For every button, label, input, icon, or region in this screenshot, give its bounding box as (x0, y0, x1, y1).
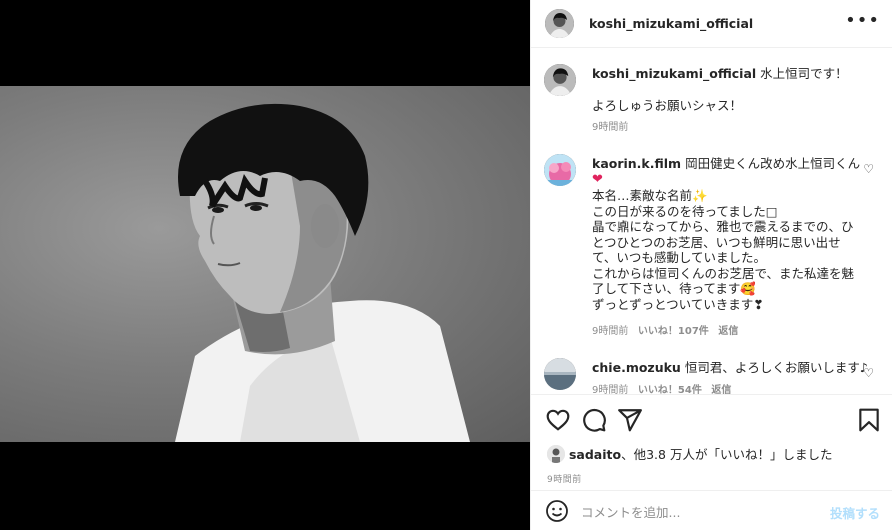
comment-heart-icon[interactable]: ♡ (863, 366, 874, 380)
comment-timestamp[interactable]: 9時間前 (592, 326, 628, 337)
portrait-illustration (175, 103, 470, 442)
comment-line: これからは恒司くんのお芝居で、また私達を魅 (592, 265, 855, 281)
comment-meta: 9時間前 いいね！107件 返信 (592, 324, 872, 340)
liker-avatar[interactable] (547, 445, 565, 463)
more-icon[interactable]: ••• (845, 12, 880, 30)
comment-line: 本名…素敵な名前✨ (592, 188, 708, 203)
comment-line: て、いつも感動していました。 (592, 250, 767, 265)
comment-like-count[interactable]: いいね！107件 (638, 326, 709, 337)
caption-text: 水上恒司です！ (760, 66, 848, 81)
comment-list: koshi_mizukami_official 水上恒司です！ よろしゅうお願い… (531, 48, 892, 394)
comment-line: とつひとつのお芝居、いつも鮮明に思い出せ (592, 234, 841, 250)
reply-button[interactable]: 返信 (711, 385, 731, 394)
header-username[interactable]: koshi_mizukami_official (589, 16, 753, 31)
comment-line: 晶で鼑になってから、雅也で震えるまでの、ひ (592, 219, 854, 234)
comment-line: 岡田健史くん改め水上恒司くん (685, 156, 861, 171)
comment-line: この日が来るのを待ってました□ (592, 203, 778, 219)
comment-like-count[interactable]: いいね！54件 (638, 385, 702, 394)
reply-button[interactable]: 返信 (718, 326, 738, 337)
post-sidebar: koshi_mizukami_official ••• koshi_mizuka… (530, 0, 892, 530)
commenter-avatar[interactable] (544, 154, 576, 186)
comment-input[interactable] (579, 500, 813, 524)
caption-text-line2: よろしゅうお願いシャス！ (592, 98, 743, 113)
comment-line: 恒司君、よろしくお願いします♪ (684, 360, 868, 375)
comment-meta: 9時間前 いいね！54件 返信 (592, 383, 872, 394)
commenter-avatar[interactable] (544, 358, 576, 390)
post-media[interactable] (0, 0, 530, 530)
author-avatar-small[interactable] (544, 64, 576, 96)
likes-summary: sadaito、他3.8 万人が「いいね！」しました (547, 444, 832, 463)
share-icon[interactable] (617, 407, 643, 433)
caption-timestamp[interactable]: 9時間前 (592, 120, 872, 136)
comment-username[interactable]: kaorin.k.film (592, 156, 681, 171)
liker-username[interactable]: sadaito (569, 447, 621, 462)
heart-emoji: ❤ (592, 172, 603, 187)
post-photo (0, 86, 530, 442)
emoji-icon[interactable] (545, 499, 569, 523)
instagram-post-view: koshi_mizukami_official ••• koshi_mizuka… (0, 0, 892, 530)
caption-username[interactable]: koshi_mizukami_official (592, 66, 756, 81)
post-timestamp[interactable]: 9時間前 (547, 472, 582, 485)
post-header: koshi_mizukami_official ••• (531, 0, 892, 48)
comment-heart-icon[interactable]: ♡ (863, 162, 874, 176)
comment-icon[interactable] (581, 407, 607, 433)
comment-username[interactable]: chie.mozuku (592, 360, 681, 375)
bookmark-icon[interactable] (856, 407, 882, 433)
add-comment-bar: 投稿する (531, 490, 892, 531)
post-comment-button[interactable]: 投稿する (830, 503, 880, 522)
action-bar (531, 394, 892, 443)
author-avatar[interactable] (545, 9, 574, 38)
comment-line: 了して下さい、待ってます🥰 (592, 281, 756, 296)
comment-timestamp[interactable]: 9時間前 (592, 385, 628, 394)
comment-line: ずっとずっとついていきます❣ (592, 296, 764, 312)
likes-text[interactable]: 、他3.8 万人が「いいね！」しました (621, 447, 832, 462)
heart-icon[interactable] (545, 407, 571, 433)
